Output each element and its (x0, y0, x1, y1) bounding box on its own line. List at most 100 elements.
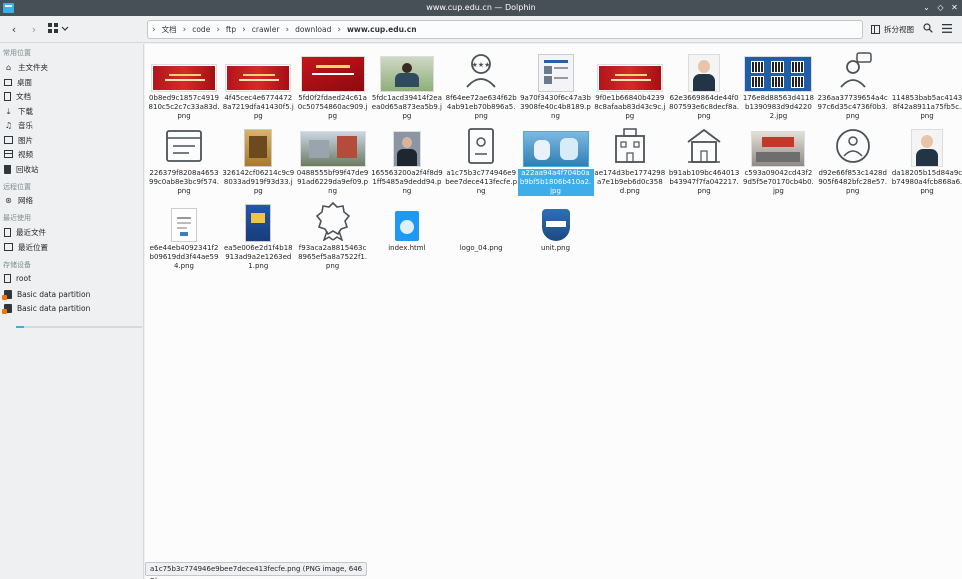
file-item[interactable]: c593a09042cd43f29d5f5e70170cb4b0.jpg (740, 122, 816, 196)
award-person-icon: ★★★ (461, 51, 501, 91)
sidebar-item-label: 最近位置 (18, 242, 48, 252)
sidebar-item-desktop[interactable]: 桌面 (4, 75, 142, 89)
file-item[interactable]: logo_04.png (443, 197, 519, 253)
sidebar-item-home[interactable]: ⌂ 主文件夹 (4, 60, 142, 74)
places-panel: 常用位置 ⌂ 主文件夹 桌面 文档 ⤓ 下载 ♫ 音乐 图片 视频 回收站 远程位置 … (0, 44, 144, 579)
sidebar-item-music[interactable]: ♫ 音乐 (4, 118, 142, 132)
file-item[interactable]: 236aa37739654a4c97c6d35c4736f0b3.png (815, 47, 891, 121)
file-item[interactable]: ae174d3be1774298a7e1b9eb6d0c358d.png (592, 122, 668, 196)
breadcrumb-item[interactable]: code (192, 25, 210, 34)
sidebar-item-videos[interactable]: 视频 (4, 147, 142, 161)
file-item[interactable]: b91ab109bc464013b43947f7fa042217.png (666, 122, 742, 196)
file-item[interactable]: 226379f8208a465399c0ab8e3bc9f574.png (146, 122, 222, 196)
split-view-button[interactable]: 拆分视图 (871, 22, 914, 37)
file-name: 326142cf06214c9c98033ad919f93d33.jpg (222, 169, 295, 195)
file-name: ea5e006e2d1f4b18913ad9a2e1263ed1.png (223, 244, 293, 270)
sidebar-item-documents[interactable]: 文档 (4, 89, 142, 103)
file-name: 226379f8208a465399c0ab8e3bc9f574.png (149, 169, 219, 195)
blue-book-icon (246, 205, 271, 241)
sidebar-item-root[interactable]: root (4, 271, 142, 285)
sidebar-item-pictures[interactable]: 图片 (4, 133, 142, 147)
portrait-photo-icon (689, 55, 720, 91)
file-name: 5fdc1acd39414f2eaea0d65a873ea5b9.jpg (371, 94, 442, 120)
file-item[interactable]: unit.png (518, 197, 594, 253)
file-name: da18205b15d84a9cb74980a4fcb868a6.png (891, 169, 962, 195)
breadcrumb-item[interactable]: download (295, 25, 331, 34)
file-item[interactable]: a22aa94a4f704b0ab9bf5b1806b410a2.jpg (517, 122, 594, 196)
sidebar-item-label: Basic data partition (17, 303, 91, 313)
breadcrumb-current[interactable]: www.cup.edu.cn (347, 25, 417, 34)
file-item[interactable]: 165563200a2f4f8d91ff5485a9dedd94.png (369, 122, 445, 196)
file-item[interactable]: 114853bab5ac41438f42a8911a75fb5c.png (889, 47, 962, 121)
maximize-button[interactable]: ◇ (935, 2, 946, 13)
file-item[interactable]: ★★★ 8f64ee72ae634f62b4ab91eb70b896a5.png (443, 47, 519, 121)
drive-icon (4, 273, 11, 283)
file-name: 176e8d88563d4118b1390983d9d42202.jpg (742, 94, 814, 120)
file-name: b91ab109bc464013b43947f7fa042217.png (668, 169, 740, 195)
document-thumb-icon (172, 209, 196, 241)
file-item[interactable]: 326142cf06214c9c98033ad919f93d33.jpg (220, 122, 296, 196)
devices-section-title: 存储设备 (3, 261, 31, 269)
desktop-icon (4, 78, 12, 86)
file-item[interactable]: 9a70f3430f6c47a3b3908fe40c4b8189.png (518, 47, 594, 121)
banner-red-icon (226, 65, 291, 91)
back-button[interactable]: ‹ (8, 22, 20, 37)
remote-section-title: 远程位置 (3, 183, 31, 191)
sidebar-item-trash[interactable]: 回收站 (4, 162, 142, 176)
music-note-icon: ♫ (4, 120, 13, 130)
forward-button[interactable]: › (28, 22, 40, 37)
blank-icon (917, 65, 937, 91)
sidebar-item-label: 文档 (16, 91, 31, 101)
file-item[interactable]: 176e8d88563d4118b1390983d9d42202.jpg (740, 47, 816, 121)
breadcrumb-root-chevron-icon[interactable]: › (152, 25, 156, 35)
home-icon: ⌂ (5, 62, 12, 72)
hamburger-menu-icon (942, 24, 952, 33)
breadcrumb[interactable]: › 文档 › code › ftp › crawler › download ›… (147, 20, 863, 39)
recent-section-title: 最近使用 (3, 214, 31, 222)
breadcrumb-chevron-icon: › (337, 24, 341, 35)
sidebar-item-downloads[interactable]: ⤓ 下载 (4, 104, 142, 118)
file-item[interactable]: ea5e006e2d1f4b18913ad9a2e1263ed1.png (220, 197, 296, 271)
file-item[interactable]: da18205b15d84a9cb74980a4fcb868a6.png (889, 122, 962, 196)
breadcrumb-chevron-icon: › (216, 24, 220, 35)
file-item[interactable]: 5fd0f2fdaed24c61a0c50754860ac909.jpg (295, 47, 371, 121)
file-item[interactable]: 0488555bf99f47de991ad6229da9ef09.png (295, 122, 371, 196)
file-item[interactable]: 0b8ed9c1857c4919810c5c2c7c33a83d.png (146, 47, 222, 121)
sidebar-item-label: 主文件夹 (18, 62, 48, 72)
certificate-icon (461, 126, 501, 166)
file-item[interactable]: d92e66f853c1428d905f6482bfc28e57.png (815, 122, 891, 196)
file-item[interactable]: 62e3669864de44f0807593e6c8decf8a.png (666, 47, 742, 121)
sidebar-item-recent-locations[interactable]: 最近位置 (4, 240, 142, 254)
file-item[interactable]: a1c75b3c774946e9bee7dece413fecfe.png (443, 122, 519, 196)
minimize-button[interactable]: ⌄ (921, 2, 932, 13)
search-button[interactable] (922, 22, 934, 37)
file-item[interactable]: f93aca2a8815463c8965ef5a8a7522f1.png (295, 197, 371, 271)
portrait-photo-icon (912, 130, 942, 166)
file-item[interactable]: e6e44eb4092341f2b09619dd3f44ae594.png (146, 197, 222, 271)
menu-button[interactable] (941, 22, 953, 37)
file-name: 0b8ed9c1857c4919810c5c2c7c33a83d.png (148, 94, 220, 120)
file-name: 8f64ee72ae634f62b4ab91eb70b896a5.png (445, 94, 517, 120)
file-name: 62e3669864de44f0807593e6c8decf8a.png (669, 94, 739, 120)
sidebar-item-partition-2[interactable]: Basic data partition (2, 301, 142, 315)
sidebar-item-partition-1[interactable]: Basic data partition (2, 287, 142, 301)
sidebar-item-label: 桌面 (17, 77, 32, 87)
view-mode-button[interactable] (46, 22, 70, 37)
sidebar-item-label: 音乐 (18, 120, 33, 130)
window-title: www.cup.edu.cn — Dolphin (426, 3, 536, 12)
file-item[interactable]: 4f45cec4e67744728a7219dfa41430f5.jpg (220, 47, 296, 121)
file-name: a1c75b3c774946e9bee7dece413fecfe.png (445, 169, 518, 195)
sidebar-item-label: 回收站 (16, 164, 39, 174)
file-item[interactable]: 9f0e1b66840b42398c8afaab83d43c9c.jpg (592, 47, 668, 121)
sidebar-item-recent-files[interactable]: 最近文件 (4, 225, 142, 239)
breadcrumb-item[interactable]: crawler (252, 25, 280, 34)
sidebar-item-network[interactable]: ⊛ 网络 (4, 193, 142, 207)
file-name: unit.png (540, 244, 571, 252)
sidebar-item-label: 视频 (18, 149, 33, 159)
file-item[interactable]: index.html (369, 197, 445, 253)
breadcrumb-item[interactable]: ftp (226, 25, 236, 34)
breadcrumb-item[interactable]: 文档 (162, 24, 177, 35)
file-view[interactable]: 0b8ed9c1857c4919810c5c2c7c33a83d.png 4f45… (145, 44, 962, 579)
close-button[interactable]: ✕ (949, 2, 960, 13)
file-item[interactable]: 5fdc1acd39414f2eaea0d65a873ea5b9.jpg (369, 47, 445, 121)
